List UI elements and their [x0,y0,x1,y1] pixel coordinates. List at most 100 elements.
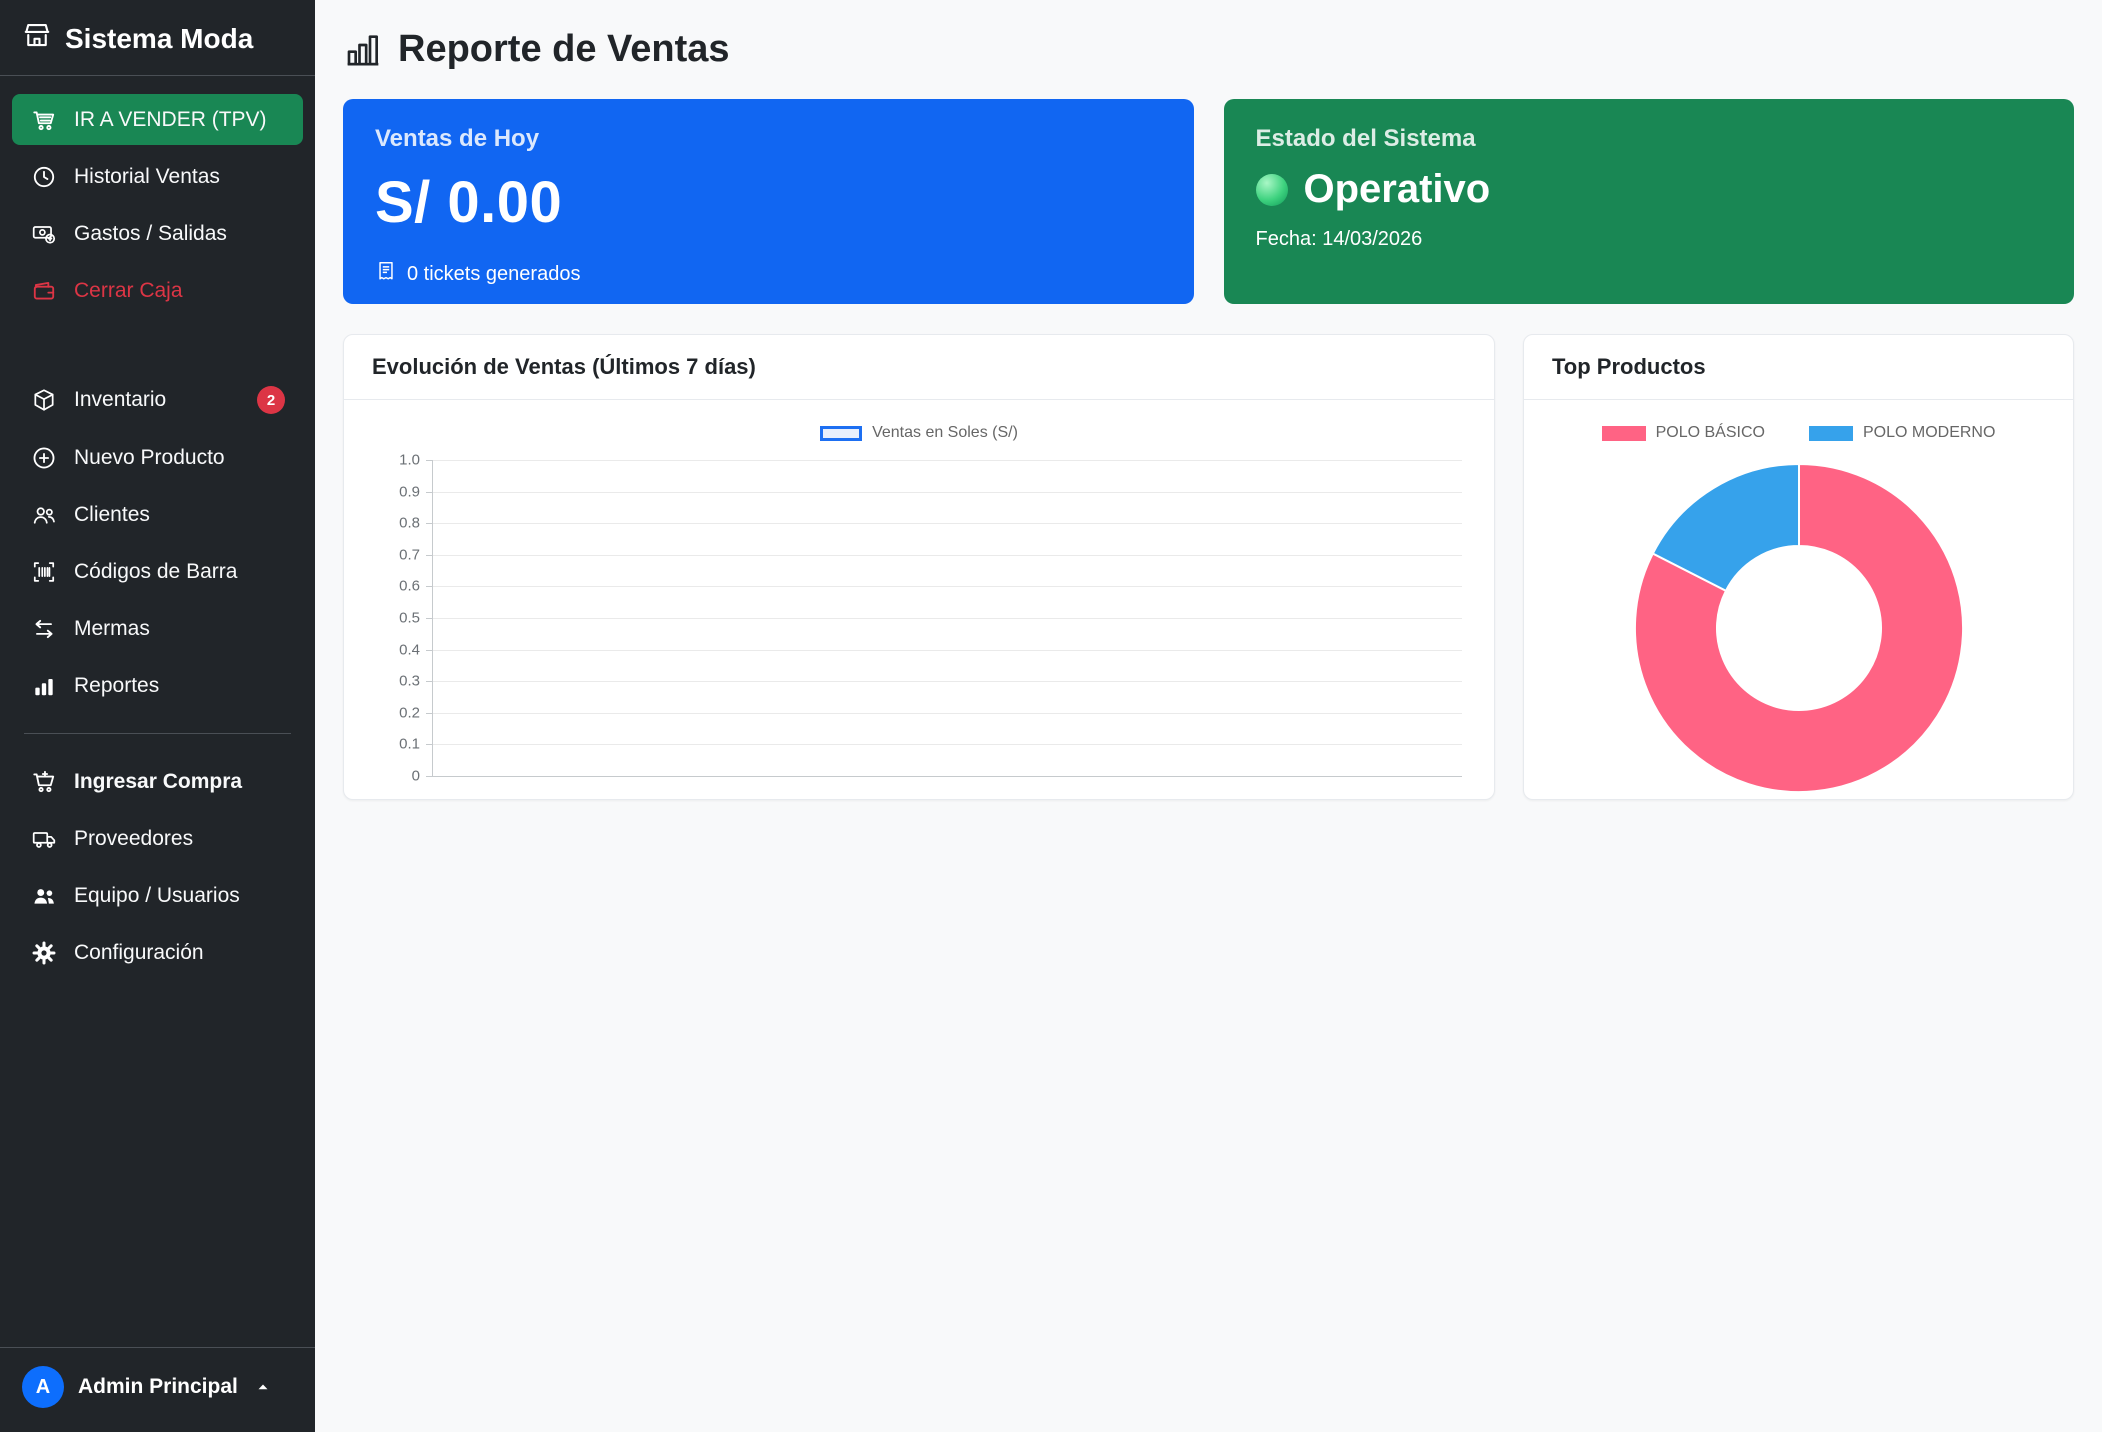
donut-chart [1631,460,1967,796]
system-status-card: Estado del Sistema Operativo Fecha: 14/0… [1224,99,2075,304]
sales-today-amount: S/ 0.00 [375,169,1162,236]
sidebar-item-ingresar-compra[interactable]: Ingresar Compra [12,756,303,807]
legend-item-polo-basico[interactable]: POLO BÁSICO [1602,424,1765,442]
sidebar-item-gastos-salidas[interactable]: Gastos / Salidas [12,208,303,259]
sidebar-item-label: Ingresar Compra [74,770,242,794]
avatar: A [22,1366,64,1408]
y-tick [426,492,433,493]
user-menu[interactable]: A Admin Principal [0,1348,315,1432]
cart-plus-icon [30,768,57,795]
wallet-icon [30,277,57,304]
y-tick [426,555,433,556]
sidebar-item-label: Reportes [74,674,159,698]
gridline [433,586,1462,587]
sidebar-item-configuracion[interactable]: Configuración [12,927,303,978]
top-products-title: Top Productos [1524,335,2073,400]
sidebar-nav: IR A VENDER (TPV) Historial Ventas Gasto… [0,76,315,978]
line-plot: 1.00.90.80.70.60.50.40.30.20.10 [432,460,1462,776]
sidebar-item-ir-a-vender[interactable]: IR A VENDER (TPV) [12,94,303,145]
brand: Sistema Moda [0,0,315,75]
sidebar-item-equipo-usuarios[interactable]: Equipo / Usuarios [12,870,303,921]
top-products-panel: Top Productos POLO BÁSICO POLO MODERNO [1523,334,2074,800]
polo-basico-swatch [1602,426,1646,441]
legend-item-ventas[interactable]: Ventas en Soles (S/) [820,424,1018,442]
sidebar-item-mermas[interactable]: Mermas [12,603,303,654]
people-icon [30,501,57,528]
sales-today-title: Ventas de Hoy [375,125,1162,153]
gridline [433,555,1462,556]
sidebar-item-label: Códigos de Barra [74,560,237,584]
cart-icon [30,106,57,133]
clock-icon [30,163,57,190]
sidebar-item-inventario[interactable]: Inventario 2 [12,374,303,426]
y-tick-label: 1.0 [399,452,420,469]
charts-row: Evolución de Ventas (Últimos 7 días) Ven… [343,334,2074,800]
status-label: Operativo [1304,167,1491,212]
sales-today-card: Ventas de Hoy S/ 0.00 0 tickets generado… [343,99,1194,304]
legend-label: POLO BÁSICO [1656,424,1765,442]
sidebar-item-label: Equipo / Usuarios [74,884,240,908]
sidebar-footer: A Admin Principal [0,1347,315,1432]
sidebar-item-label: Inventario [74,388,166,412]
main-content: Reporte de Ventas Ventas de Hoy S/ 0.00 … [315,0,2102,1432]
sidebar-item-label: Cerrar Caja [74,279,183,303]
line-series-swatch [820,426,862,441]
sidebar-item-codigos-de-barra[interactable]: Códigos de Barra [12,546,303,597]
top-products-body: POLO BÁSICO POLO MODERNO [1524,400,2073,826]
legend-label: Ventas en Soles (S/) [872,424,1018,442]
sidebar-item-label: Proveedores [74,827,193,851]
sidebar-item-label: IR A VENDER (TPV) [74,108,267,132]
gridline [433,713,1462,714]
page-title: Reporte de Ventas [343,28,2074,71]
y-tick [426,586,433,587]
report-chart-icon [343,30,383,70]
sidebar-item-label: Historial Ventas [74,165,220,189]
section-gap [12,322,303,368]
y-tick [426,776,433,777]
sidebar-item-cerrar-caja[interactable]: Cerrar Caja [12,265,303,316]
gridline [433,460,1462,461]
system-status-title: Estado del Sistema [1256,125,2043,153]
green-status-icon [1256,174,1288,206]
y-tick [426,618,433,619]
y-tick-label: 0 [412,768,420,785]
sidebar-item-nuevo-producto[interactable]: Nuevo Producto [12,432,303,483]
truck-icon [30,825,57,852]
gridline [433,681,1462,682]
donut-wrap [1552,460,2045,796]
y-tick-label: 0.8 [399,515,420,532]
barcode-icon [30,558,57,585]
tickets-label: 0 tickets generados [407,263,580,286]
y-tick-label: 0.6 [399,578,420,595]
polo-moderno-swatch [1809,426,1853,441]
y-tick-label: 0.7 [399,546,420,563]
y-tick [426,460,433,461]
stat-cards-row: Ventas de Hoy S/ 0.00 0 tickets generado… [343,99,2074,304]
gridline [433,776,1462,777]
y-tick-label: 0.2 [399,704,420,721]
sidebar-item-clientes[interactable]: Clientes [12,489,303,540]
y-tick-label: 0.9 [399,483,420,500]
sales-evolution-panel: Evolución de Ventas (Últimos 7 días) Ven… [343,334,1495,800]
sidebar-item-reportes[interactable]: Reportes [12,660,303,711]
y-tick [426,681,433,682]
y-tick-label: 0.4 [399,641,420,658]
sidebar-item-historial-ventas[interactable]: Historial Ventas [12,151,303,202]
sidebar-item-label: Gastos / Salidas [74,222,227,246]
y-tick-label: 0.1 [399,736,420,753]
team-icon [30,882,57,909]
sidebar-item-label: Configuración [74,941,204,965]
legend-item-polo-moderno[interactable]: POLO MODERNO [1809,424,1995,442]
sales-evolution-body: Ventas en Soles (S/) 1.00.90.80.70.60.50… [344,400,1494,806]
gridline [433,744,1462,745]
sidebar-item-proveedores[interactable]: Proveedores [12,813,303,864]
line-chart-legend: Ventas en Soles (S/) [372,424,1466,442]
caret-up-icon [254,1378,272,1396]
y-tick-label: 0.5 [399,610,420,627]
y-tick [426,650,433,651]
sidebar-item-label: Clientes [74,503,150,527]
page-title-label: Reporte de Ventas [398,28,730,71]
gridline [433,492,1462,493]
sidebar-item-label: Mermas [74,617,150,641]
legend-label: POLO MODERNO [1863,424,1995,442]
